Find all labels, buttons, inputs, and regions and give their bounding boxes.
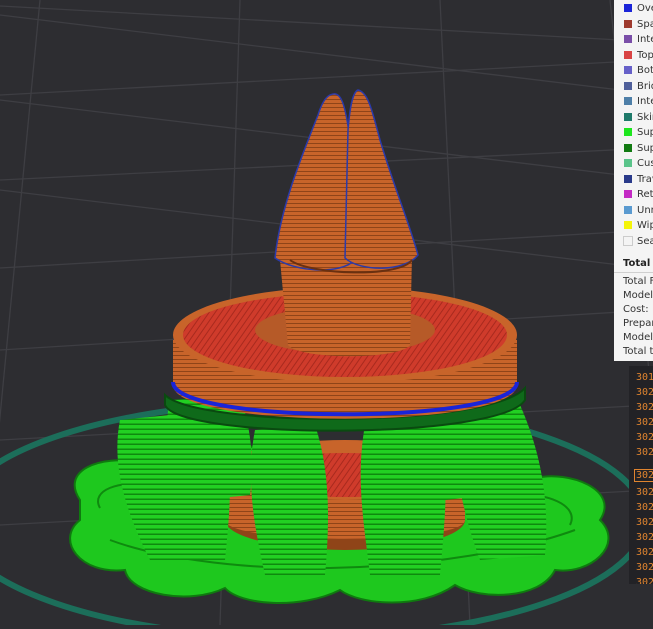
- legend-swatch: [624, 128, 632, 136]
- stats-divider: [614, 272, 653, 273]
- legend-label: Spa: [637, 18, 653, 30]
- gcode-line: 302: [636, 417, 653, 428]
- legend-swatch: [624, 221, 632, 229]
- gcode-line: 302: [636, 577, 653, 584]
- legend-swatch: [624, 206, 632, 214]
- legend-label: Skir: [637, 111, 653, 123]
- legend-item-seam[interactable]: Sea: [614, 233, 653, 249]
- legend-swatch: [624, 4, 632, 12]
- legend-item-sparse-infill[interactable]: Spa: [614, 16, 653, 32]
- legend-label: Brid: [637, 80, 653, 92]
- stats-row: Model: [623, 290, 653, 301]
- model-cone-left: [274, 93, 356, 271]
- gcode-line: 302: [636, 562, 653, 573]
- gcode-line: 302: [636, 402, 653, 413]
- legend-item-custom[interactable]: Cus: [614, 155, 653, 171]
- gcode-current-line: 302: [633, 469, 653, 482]
- legend-label: Sup: [637, 126, 653, 138]
- legend-label: Inte: [637, 95, 653, 107]
- legend-swatch: [624, 97, 632, 105]
- gcode-line: 302: [636, 502, 653, 513]
- gcode-line: 302: [636, 487, 653, 498]
- legend-swatch: [623, 236, 633, 246]
- legend-swatch: [624, 20, 632, 28]
- model-cone-right: [344, 89, 419, 269]
- stats-row: Total ti: [623, 346, 653, 357]
- legend-item-bottom-surface[interactable]: Bott: [614, 62, 653, 78]
- legend-item-top-surface[interactable]: Top: [614, 47, 653, 63]
- gcode-line: 302: [636, 547, 653, 558]
- gcode-line: 302: [636, 447, 653, 458]
- legend-item-overhang[interactable]: Ove: [614, 0, 653, 16]
- gcode-line: 302: [636, 432, 653, 443]
- stats-row: Model: [623, 332, 653, 343]
- legend-label: Cus: [637, 157, 653, 169]
- legend-swatch: [624, 51, 632, 59]
- legend-swatch: [624, 190, 632, 198]
- legend-label: Inte: [637, 33, 653, 45]
- legend-item-retract[interactable]: Retr: [614, 186, 653, 202]
- estimate-title: Total e: [623, 258, 653, 269]
- legend-label: Top: [637, 49, 653, 61]
- legend-item-bridge[interactable]: Brid: [614, 78, 653, 94]
- legend-swatch: [624, 159, 632, 167]
- gcode-line: 301: [636, 372, 653, 383]
- legend-swatch: [624, 35, 632, 43]
- legend-item-internal-bridge[interactable]: Inte: [614, 93, 653, 109]
- stats-row: Total F: [623, 276, 653, 287]
- legend-swatch: [624, 175, 632, 183]
- legend-swatch: [624, 144, 632, 152]
- 3d-preview-viewport[interactable]: [0, 0, 653, 629]
- legend-swatch: [624, 66, 632, 74]
- gcode-viewer-panel[interactable]: 301 302 302 302 302 302 302 302 302 302 …: [629, 366, 653, 584]
- stats-row: Cost:: [623, 304, 649, 315]
- legend-label: Bott: [637, 64, 653, 76]
- legend-item-travel[interactable]: Trav: [614, 171, 653, 187]
- legend-item-wipe[interactable]: Wip: [614, 217, 653, 233]
- legend-item-internal-solid-infill[interactable]: Inte: [614, 31, 653, 47]
- legend-label: Ove: [637, 2, 653, 14]
- stats-row: Prepar: [623, 318, 653, 329]
- legend-label: Retr: [637, 188, 653, 200]
- legend-label: Sup: [637, 142, 653, 154]
- legend-item-skirt[interactable]: Skir: [614, 109, 653, 125]
- legend-label: Trav: [637, 173, 653, 185]
- feature-legend-panel: Ove Spa Inte Top Bott Brid Inte Skir Sup…: [614, 0, 653, 361]
- gcode-line: 302: [636, 532, 653, 543]
- legend-label: Sea: [637, 235, 653, 247]
- legend-label: Wip: [637, 219, 653, 231]
- legend-item-support[interactable]: Sup: [614, 124, 653, 140]
- legend-label: Unr: [637, 204, 653, 216]
- legend-swatch: [624, 113, 632, 121]
- gcode-line: 302: [636, 517, 653, 528]
- legend-swatch: [624, 82, 632, 90]
- gcode-line: 302: [636, 387, 653, 398]
- legend-item-support-interface[interactable]: Sup: [614, 140, 653, 156]
- legend-item-unretract[interactable]: Unr: [614, 202, 653, 218]
